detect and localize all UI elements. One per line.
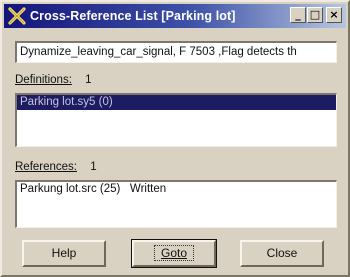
references-count: 1 <box>90 161 97 173</box>
goto-button-label: Goto <box>153 245 194 261</box>
maximize-button[interactable]: □ <box>307 7 323 23</box>
close-button[interactable]: Close <box>240 240 324 267</box>
help-button-label: Help <box>51 246 77 260</box>
definitions-list-item[interactable]: Parking lot.sy5 (0) <box>17 95 336 110</box>
definitions-label: Definitions: <box>15 74 72 86</box>
symbol-description-field[interactable]: Dynamize_leaving_car_signal, F 7503 ,Fla… <box>15 41 337 63</box>
window-title: Cross-Reference List [Parking lot] <box>30 9 236 23</box>
references-list-item[interactable]: Parkung lot.src (25) Written <box>17 182 336 197</box>
close-button-label: Close <box>266 246 298 260</box>
definitions-list[interactable]: Parking lot.sy5 (0) <box>15 93 337 147</box>
references-label-row: References: 1 <box>15 161 97 173</box>
definitions-label-row: Definitions: 1 <box>15 74 92 86</box>
maximize-icon: □ <box>309 8 321 21</box>
close-window-button[interactable]: × <box>326 7 342 23</box>
definitions-count: 1 <box>85 74 92 86</box>
title-buttons: _ □ × <box>289 7 342 23</box>
close-icon: × <box>329 8 339 21</box>
references-label: References: <box>15 161 78 173</box>
minimize-button[interactable]: _ <box>290 7 306 23</box>
cross-reference-dialog: Cross-Reference List [Parking lot] _ □ ×… <box>0 0 350 277</box>
goto-button[interactable]: Goto <box>131 239 217 268</box>
x-cross-icon <box>7 6 27 26</box>
references-list[interactable]: Parkung lot.src (25) Written <box>15 180 337 228</box>
minimize-icon: _ <box>295 8 301 21</box>
help-button[interactable]: Help <box>22 240 106 267</box>
title-bar[interactable]: Cross-Reference List [Parking lot] _ □ × <box>4 4 346 28</box>
